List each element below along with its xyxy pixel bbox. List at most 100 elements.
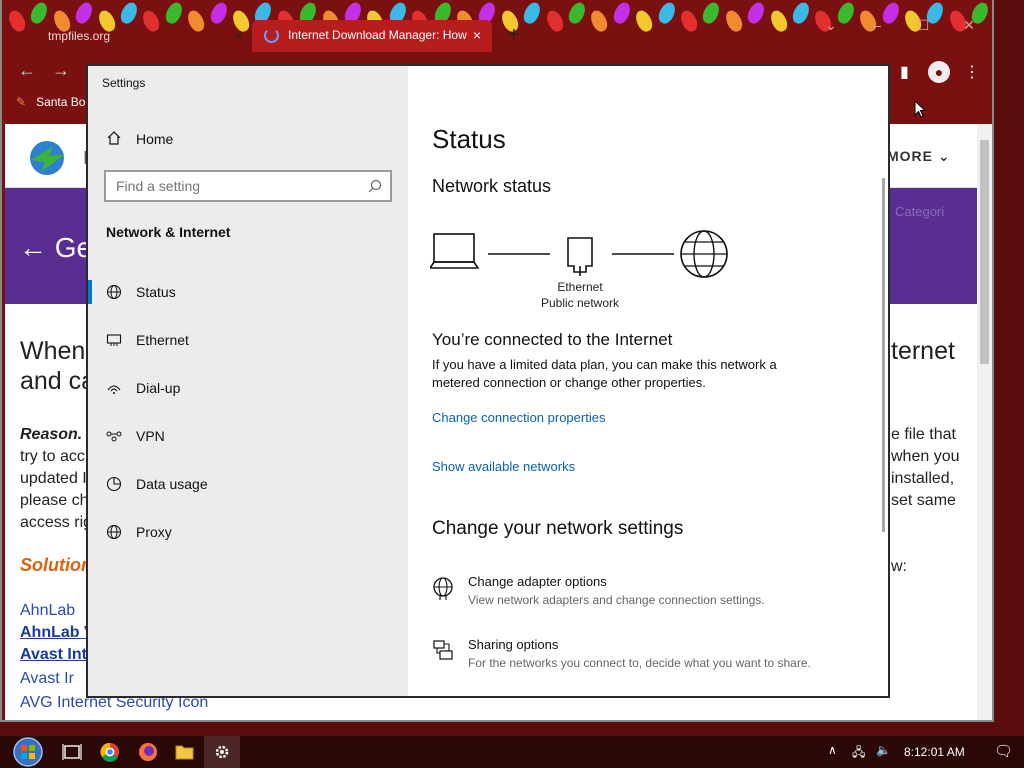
profile-avatar-icon[interactable]: ● — [928, 61, 950, 83]
nav-item-vpn[interactable]: VPN — [88, 416, 408, 456]
gear-icon — [215, 745, 229, 759]
browser-maximize-button[interactable]: ☐ — [908, 12, 938, 38]
menu-kebab-icon[interactable]: ⋮ — [964, 62, 980, 82]
more-menu-button[interactable]: MORE ⌄ — [887, 148, 951, 165]
find-setting-search[interactable] — [104, 170, 392, 202]
text-line-right: installed, — [891, 470, 955, 487]
page-title: Status — [432, 124, 506, 154]
nav-item-data-usage[interactable]: Data usage — [88, 464, 408, 504]
chrome-taskbar-button[interactable] — [92, 736, 128, 768]
chrome-icon — [100, 742, 119, 762]
browser-toolbar-right: ▮ ● ⋮ — [898, 61, 988, 84]
laptop-icon — [430, 233, 480, 269]
network-icon[interactable]: 🖧 — [852, 743, 865, 764]
home-icon — [107, 131, 121, 145]
broken-image-ahnlab: AhnLab — [20, 602, 76, 619]
browser-tab-idm[interactable]: Internet Download Manager: How × — [252, 20, 492, 52]
new-tab-button[interactable]: + — [503, 24, 525, 46]
solution-tail: w: — [891, 558, 907, 575]
notifications-icon[interactable]: 🗨 — [994, 742, 1013, 760]
content-scrollbar[interactable] — [882, 178, 885, 532]
article-heading-right: ternet — [891, 337, 955, 365]
forward-arrow-icon[interactable]: → — [52, 60, 70, 81]
vpn-icon — [106, 431, 122, 442]
light-bulb-decoration — [521, 0, 544, 26]
connection-status-desc: If you have a limited data plan, you can… — [432, 357, 777, 390]
settings-taskbar-button[interactable] — [204, 736, 240, 768]
link-avast[interactable]: Avast Inte — [20, 644, 96, 666]
article-heading-left-2: and ca — [20, 367, 96, 395]
bookmark-label: Santa Bo — [36, 95, 86, 109]
change-adapter-options[interactable]: Change adapter options View network adap… — [430, 574, 870, 618]
taskbar-clock[interactable]: 8:12:01 AM — [904, 745, 965, 759]
light-bulb-decoration — [745, 0, 768, 26]
file-explorer-taskbar-button[interactable] — [166, 736, 202, 768]
settings-window: Settings Home Network & Internet Status … — [86, 64, 890, 698]
option-desc: View network adapters and change connect… — [468, 593, 765, 607]
hero-title: ← Ge — [19, 232, 93, 263]
ethernet-icon — [106, 334, 122, 346]
article-heading-left-1: When — [20, 337, 86, 365]
page-scrollbar[interactable] — [977, 124, 992, 720]
side-panel-icon[interactable]: ▮ — [900, 62, 909, 82]
volume-icon[interactable]: 🔈 — [876, 743, 891, 757]
proxy-icon — [106, 524, 122, 540]
task-view-button[interactable] — [54, 736, 90, 768]
adapter-globe-icon — [433, 577, 453, 600]
internet-globe-icon — [680, 230, 728, 278]
text-line-right: e file that — [891, 426, 956, 443]
connection-type-label: Ethernet — [557, 280, 603, 294]
tab-close-icon[interactable]: × — [470, 27, 484, 43]
option-title: Change adapter options — [468, 574, 607, 589]
page-scrollbar-thumb[interactable] — [980, 140, 989, 364]
chevron-up-icon[interactable]: ∧ — [828, 743, 837, 757]
light-bulb-decoration — [588, 8, 611, 34]
tab-title: Internet Download Manager: How — [288, 28, 467, 42]
light-bulb-decoration — [566, 0, 588, 26]
nav-item-status[interactable]: Status — [88, 272, 408, 312]
light-bulb-decoration — [610, 0, 633, 26]
option-desc: For the networks you connect to, decide … — [468, 656, 811, 670]
section-heading: Network & Internet — [106, 224, 231, 240]
broken-image-avast: Avast Ir — [20, 670, 74, 687]
browser-close-button[interactable]: ✕ — [954, 12, 984, 38]
nav-item-label: Status — [136, 284, 176, 300]
start-button[interactable] — [6, 736, 46, 768]
light-bulb-decoration — [678, 8, 700, 34]
change-settings-heading: Change your network settings — [432, 518, 684, 539]
categories-link[interactable]: Categori — [895, 204, 944, 219]
bookmark-santa[interactable]: ✎ Santa Bo — [16, 95, 85, 109]
link-ahnlab[interactable]: AhnLab V — [20, 622, 95, 644]
data-usage-icon — [106, 476, 122, 492]
firefox-taskbar-button[interactable] — [130, 736, 166, 768]
firefox-icon — [139, 743, 157, 761]
browser-minimize-button[interactable]: – — [862, 12, 892, 38]
mouse-cursor-icon — [914, 100, 926, 118]
settings-nav-pane: Settings Home Network & Internet Status … — [88, 66, 408, 696]
nav-item-label: VPN — [136, 428, 165, 444]
search-icon[interactable] — [368, 179, 382, 193]
light-bulb-decoration — [722, 8, 745, 34]
tab-title: tmpfiles.org — [48, 29, 111, 43]
globe-icon — [106, 284, 122, 300]
nav-item-label: Dial-up — [136, 380, 181, 396]
option-title: Sharing options — [468, 637, 559, 652]
tab-close-icon[interactable]: × — [232, 28, 246, 42]
dialup-icon — [107, 385, 121, 394]
nav-item-proxy[interactable]: Proxy — [88, 512, 408, 552]
tab-search-icon[interactable]: ⌄ — [816, 12, 846, 38]
windows-orb-icon — [13, 737, 43, 767]
sharing-options[interactable]: Sharing options For the networks you con… — [430, 637, 870, 681]
nav-item-ethernet[interactable]: Ethernet — [88, 320, 408, 360]
light-bulb-decoration — [700, 0, 723, 26]
taskbar: ∧ 🖧 🔈 8:12:01 AM 🗨 — [0, 736, 1024, 768]
search-input[interactable] — [116, 178, 346, 194]
nav-item-dial-up[interactable]: Dial-up — [88, 368, 408, 408]
change-connection-properties-link[interactable]: Change connection properties — [432, 410, 605, 425]
back-arrow-icon[interactable]: ← — [18, 60, 36, 81]
browser-tab-tmpfiles[interactable]: tmpfiles.org × — [8, 22, 252, 52]
nav-item-label: Proxy — [136, 524, 172, 540]
text-line-left: try to acc — [20, 448, 85, 465]
connection-status-title: You’re connected to the Internet — [432, 330, 673, 349]
show-available-networks-link[interactable]: Show available networks — [432, 459, 575, 474]
